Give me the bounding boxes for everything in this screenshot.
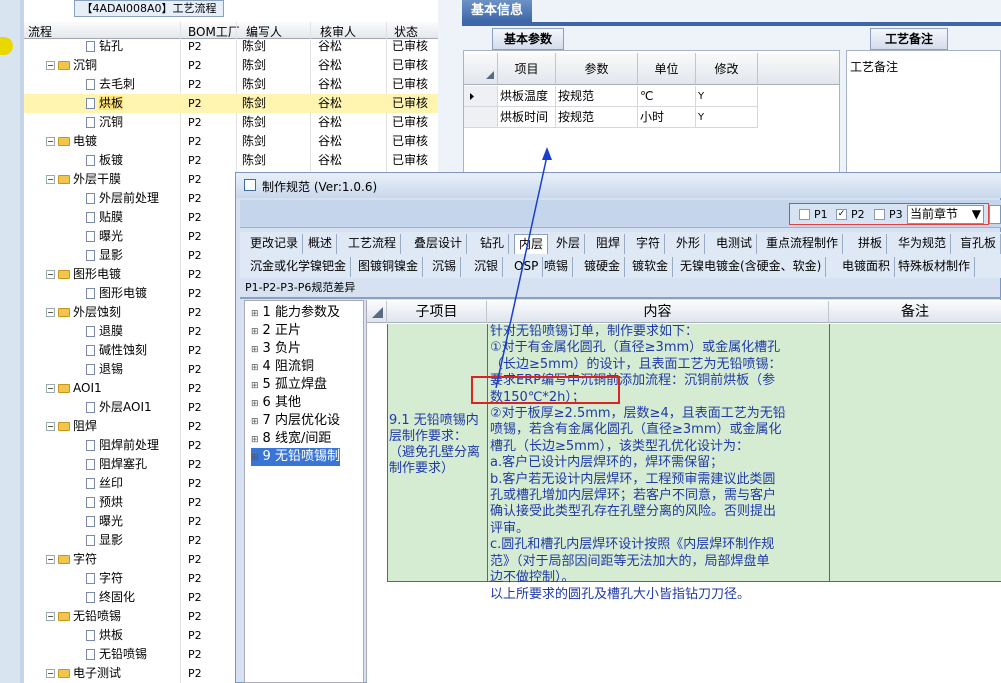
annotation-arrow (495, 147, 552, 389)
